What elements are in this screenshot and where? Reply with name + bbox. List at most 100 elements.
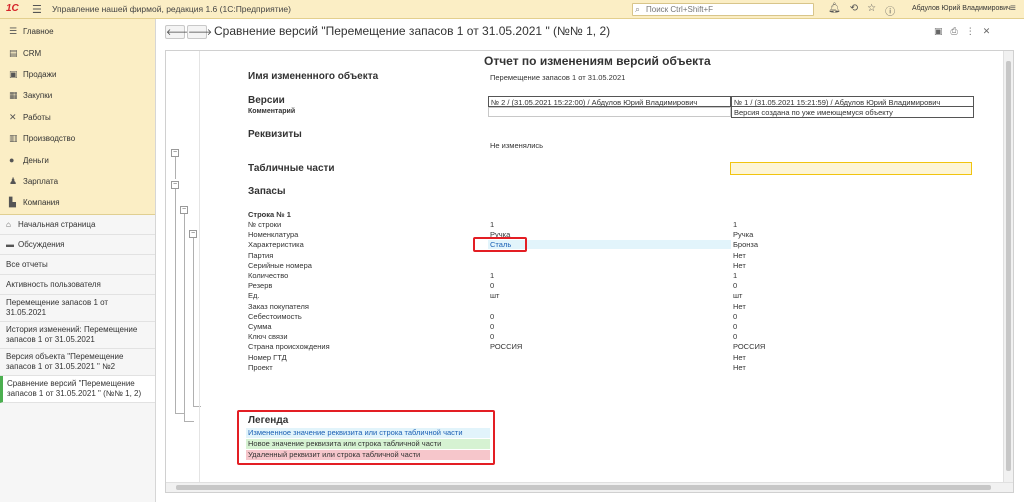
stocks-label: Запасы: [248, 186, 286, 197]
crm-icon: ▤: [9, 47, 18, 58]
collapse-versions-icon[interactable]: −: [171, 149, 179, 157]
factory-icon: ▥: [9, 133, 18, 144]
row-value-v1: Нет: [733, 362, 746, 372]
nav-user-activity[interactable]: Активность пользователя: [0, 275, 155, 295]
scroll-thumb[interactable]: [1006, 61, 1011, 471]
app-logo: 1С: [6, 3, 19, 14]
section-company[interactable]: ▙ Компания: [0, 192, 155, 213]
row-value-v1: Нет: [733, 250, 746, 260]
row-field-name: Количество: [248, 271, 289, 280]
vertical-scrollbar[interactable]: [1003, 51, 1013, 492]
report-sheet[interactable]: − − − − Отчет по изменениям версий объек…: [165, 50, 1014, 493]
building-icon: ▙: [9, 197, 16, 208]
row-value-v1: 0: [733, 311, 738, 321]
version-1-comment: Версия создана по уже имеющемуся объекту: [731, 107, 974, 118]
section-salary[interactable]: ♟ Зарплата: [0, 171, 155, 192]
comment-label: Комментарий: [248, 108, 296, 115]
row-value-v1: 0: [733, 332, 738, 342]
sidebar: ☰ Главное ▤ CRM ▣ Продажи ▦ Закупки ✕ Работы …: [0, 19, 156, 502]
section-crm[interactable]: ▤ CRM: [0, 42, 155, 63]
row-value-v2: шт: [490, 291, 500, 301]
row-field-name: Проект: [248, 362, 273, 372]
row-value-v1: шт: [733, 291, 743, 301]
window-header: 🡐 🡒 Сравнение версий "Перемещение запасо…: [157, 19, 1024, 44]
bell-icon[interactable]: 🔔︎: [828, 3, 841, 18]
search-icon: ⌕: [635, 4, 641, 14]
section-works[interactable]: ✕ Работы: [0, 107, 155, 128]
row-value-v1: 0: [733, 322, 738, 331]
search-input[interactable]: [633, 4, 793, 15]
app-title: Управление нашей фирмой, редакция 1.6 (1…: [52, 4, 291, 14]
row-value-v2: 1: [490, 271, 495, 280]
row-field-name: № строки: [248, 220, 282, 229]
nav-all-reports[interactable]: Все отчеты: [0, 255, 155, 275]
star-icon[interactable]: ☆: [867, 3, 876, 18]
section-production[interactable]: ▥ Производство: [0, 128, 155, 149]
collapse-stocks-icon[interactable]: −: [180, 206, 188, 214]
history-icon[interactable]: ⟲: [850, 3, 858, 18]
section-purchases[interactable]: ▦ Закупки: [0, 85, 155, 106]
top-icons: 🔔︎ ⟲ ☆ ⓘ: [828, 3, 895, 18]
group-line: [193, 238, 194, 406]
row-value-v1: РОССИЯ: [733, 342, 766, 352]
collapse-tables-icon[interactable]: −: [171, 181, 179, 189]
more-icon[interactable]: ⋮: [966, 26, 975, 37]
row-value-v1: 0: [733, 281, 738, 291]
window-actions: ▣ ⎙ ⋮ ✕: [934, 26, 990, 37]
row-field-name: Резерв: [248, 281, 273, 291]
close-icon[interactable]: ✕: [983, 26, 991, 37]
group-line: [175, 189, 176, 413]
row-value-v2: РОССИЯ: [490, 342, 523, 352]
nav-discussions[interactable]: ▬ Обсуждения: [0, 235, 155, 255]
collapse-row-icon[interactable]: −: [189, 230, 197, 238]
attributes-label: Реквизиты: [248, 129, 302, 140]
forward-button[interactable]: 🡒: [187, 25, 212, 39]
versions-label: Версии: [248, 95, 285, 106]
row-label: Строка № 1: [248, 210, 291, 219]
row-value-v1: Нет: [733, 352, 746, 362]
open-window-compare[interactable]: Сравнение версий "Перемещение запасов 1 …: [0, 376, 155, 403]
open-window-document[interactable]: Перемещение запасов 1 от 31.05.2021: [0, 295, 155, 322]
section-money[interactable]: ● Деньги: [0, 149, 155, 170]
horizontal-scrollbar[interactable]: [166, 482, 1013, 492]
tools-icon: ✕: [9, 111, 17, 122]
info-icon[interactable]: ⓘ: [885, 3, 895, 18]
row-field-name: Ед.: [248, 291, 260, 301]
row-field-name: Номенклатура: [248, 230, 299, 240]
section-main[interactable]: ☰ Главное: [0, 21, 155, 42]
open-window-history[interactable]: История изменений: Перемещение запасов 1…: [0, 322, 155, 349]
row-value-v2: 0: [490, 281, 495, 291]
page-title: Сравнение версий "Перемещение запасов 1 …: [214, 24, 611, 38]
selected-cell[interactable]: [730, 162, 972, 175]
truck-icon: ▦: [9, 90, 18, 101]
save-icon[interactable]: ▣: [934, 26, 943, 37]
search-box[interactable]: ⌕: [632, 3, 814, 16]
tables-label: Табличные части: [248, 163, 335, 174]
open-window-version[interactable]: Версия объекта "Перемещение запасов 1 от…: [0, 349, 155, 376]
settings-menu-icon[interactable]: ≡: [1010, 3, 1016, 14]
row-value-v1: Ручка: [733, 230, 754, 240]
print-icon[interactable]: ⎙: [951, 26, 958, 37]
report-title: Отчет по изменениям версий объекта: [484, 54, 711, 68]
row-value-v2: 0: [490, 332, 495, 342]
row-field-name: Ключ связи: [248, 332, 288, 342]
group-line: [184, 214, 185, 421]
row-field-name: Серийные номера: [248, 260, 312, 270]
version-2-comment: [488, 107, 731, 117]
home-icon: ⌂: [6, 220, 11, 229]
main-menu-icon[interactable]: ☰: [32, 3, 42, 16]
menu-icon: ☰: [9, 26, 18, 37]
row-value-v1: Бронза: [733, 240, 759, 250]
group-line: [175, 157, 176, 179]
nav-home[interactable]: ⌂ Начальная страница: [0, 215, 155, 235]
back-button[interactable]: 🡐: [165, 25, 190, 39]
main-area: 🡐 🡒 Сравнение версий "Перемещение запасо…: [157, 19, 1024, 502]
row-field-name: Характеристика: [248, 240, 304, 250]
user-name[interactable]: Абдулов Юрий Владимирович: [912, 5, 1011, 12]
section-sales[interactable]: ▣ Продажи: [0, 64, 155, 85]
row-field-name: Себестоимость: [248, 311, 302, 321]
top-bar: 1С ☰ Управление нашей фирмой, редакция 1…: [0, 0, 1024, 19]
row-value-v2: 0: [490, 322, 495, 331]
scroll-thumb[interactable]: [176, 485, 991, 490]
row-field-name: Партия: [248, 250, 274, 260]
